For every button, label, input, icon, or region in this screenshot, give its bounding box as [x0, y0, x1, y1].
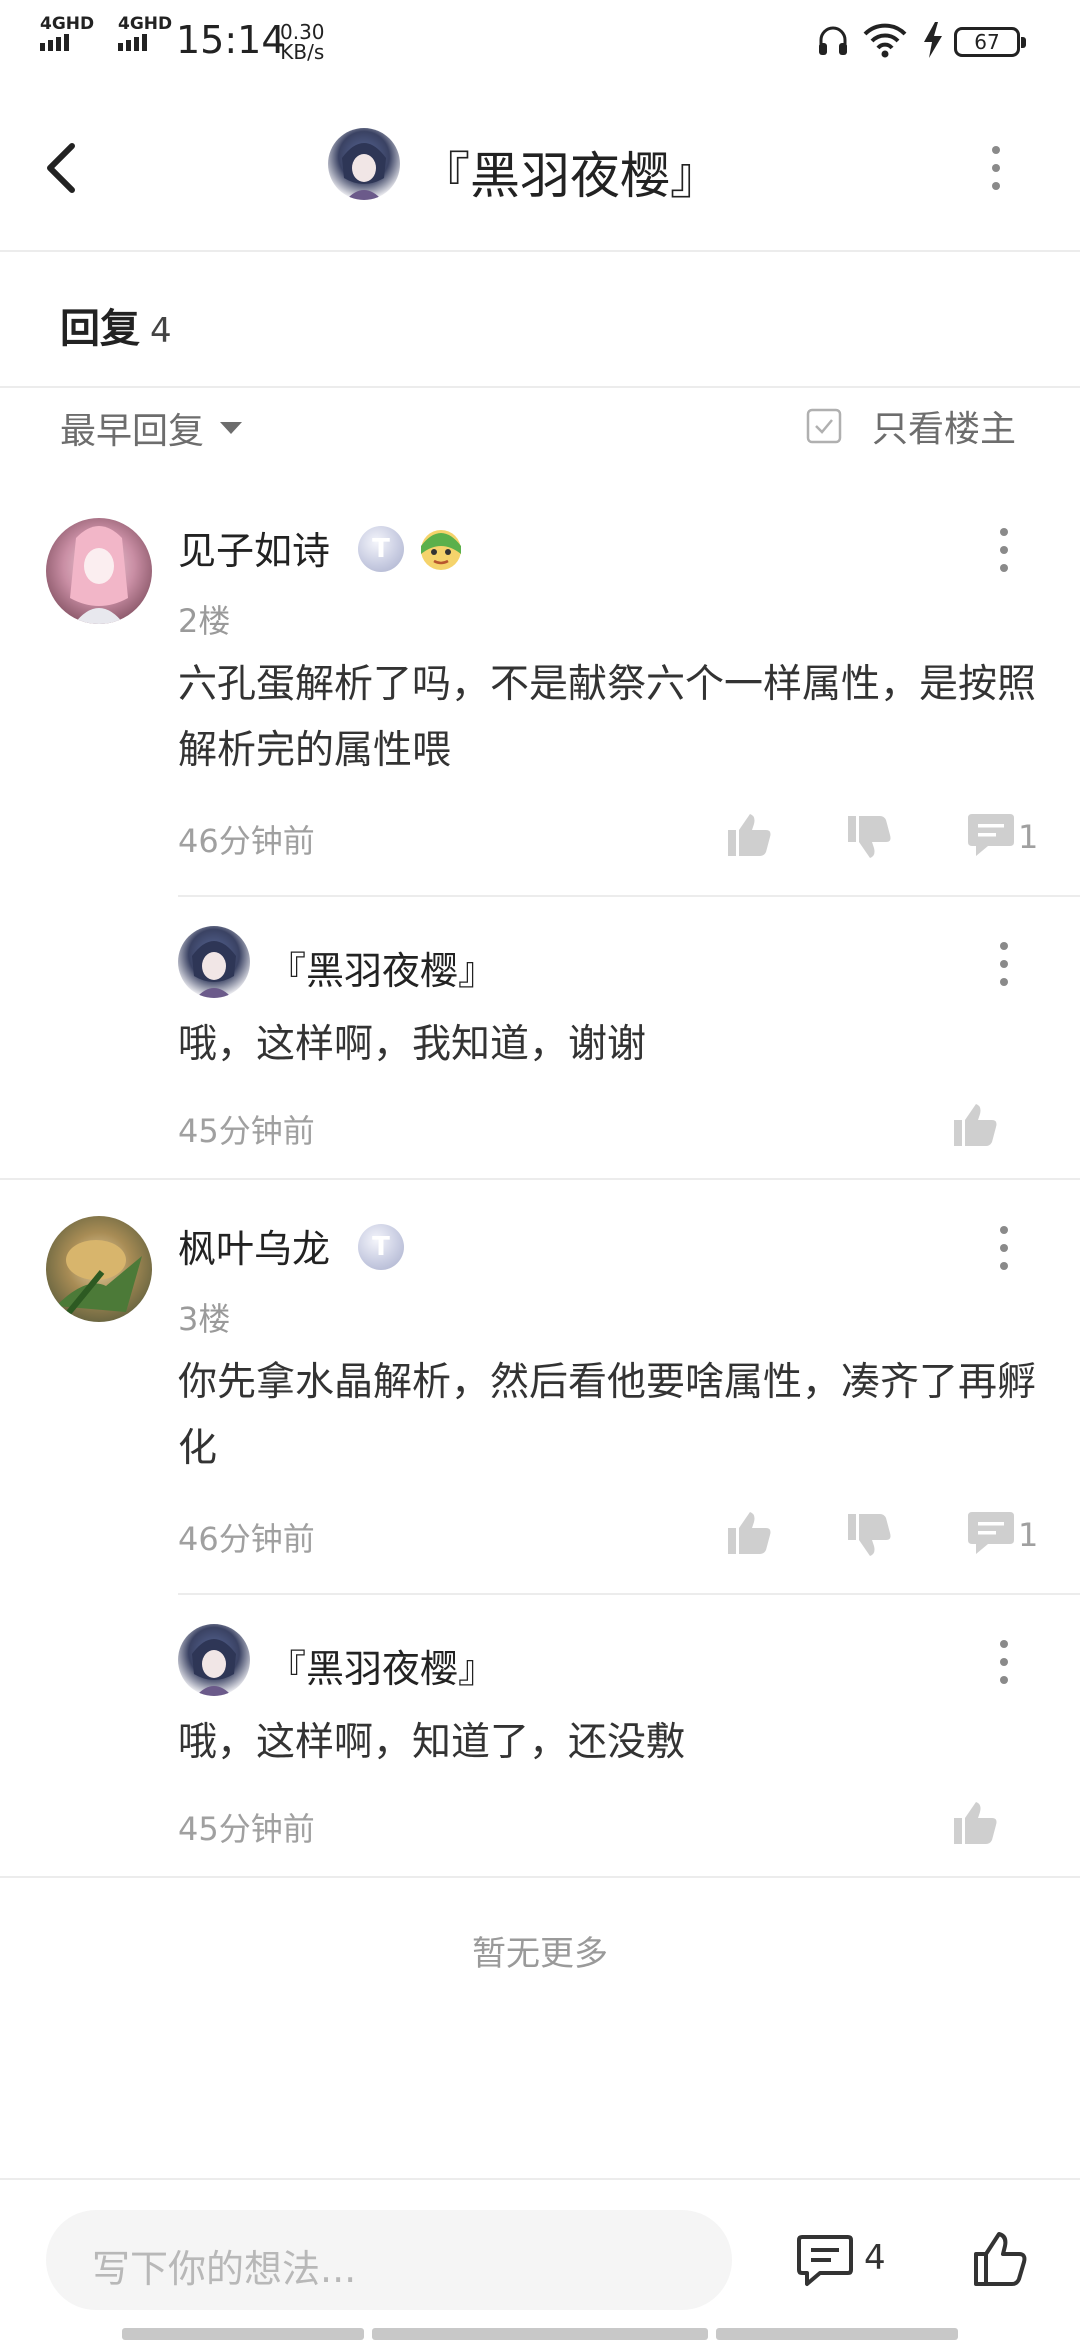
commenter-name[interactable]: 枫叶乌龙 — [178, 1218, 330, 1273]
comment-time: 46分钟前 — [178, 1520, 315, 1558]
signal-2: 4GHD — [118, 14, 172, 51]
network-label-1: 4GHD — [40, 14, 95, 34]
nav-indicator-right — [716, 2328, 958, 2340]
signal-bars-1-icon — [40, 34, 94, 51]
signal-1: 4GHD — [40, 14, 94, 51]
author-avatar[interactable] — [328, 128, 400, 200]
speed-unit: KB/s — [280, 40, 325, 64]
like-icon[interactable] — [724, 1508, 774, 1558]
battery-indicator: 67 — [954, 27, 1026, 57]
status-time: 15:14 — [176, 18, 286, 62]
comment-count[interactable]: 4 — [864, 2238, 886, 2278]
replies-label: 回复 — [60, 306, 140, 352]
network-label-2: 4GHD — [118, 14, 173, 34]
nav-indicator-left — [122, 2328, 364, 2340]
character-badge-icon — [421, 530, 461, 570]
replies-count: 4 — [150, 311, 172, 351]
section-divider — [0, 386, 1080, 388]
no-more-text: 暂无更多 — [472, 1934, 608, 1974]
nav-indicator-center — [372, 2328, 708, 2340]
reply-name[interactable]: 『黑羽夜樱』 — [268, 940, 496, 995]
level-badge-icon: T — [358, 526, 404, 572]
comment-icon[interactable] — [796, 2234, 854, 2288]
commenter-avatar[interactable] — [46, 518, 152, 624]
reply-count[interactable]: 1 — [1018, 818, 1038, 856]
reply-like-icon[interactable] — [950, 1798, 1000, 1848]
more-vertical-icon[interactable] — [992, 146, 1004, 200]
commenter-name[interactable]: 见子如诗 — [178, 520, 330, 575]
reply-time: 45分钟前 — [178, 1810, 315, 1848]
page-title: 『黑羽夜樱』 — [420, 147, 720, 205]
like-icon[interactable] — [724, 810, 774, 860]
comment-divider — [0, 1876, 1080, 1878]
reply-bubble-icon[interactable] — [966, 812, 1016, 858]
dislike-icon[interactable] — [844, 812, 894, 862]
only-op-toggle[interactable]: 只看楼主 — [806, 400, 1016, 452]
sort-dropdown[interactable]: 最早回复 — [60, 402, 244, 454]
level-badge-icon: T — [358, 1224, 404, 1270]
reply-content: 哦，这样啊，知道了，还没敷 — [178, 1720, 686, 1765]
wifi-icon — [863, 23, 907, 58]
reply-more-icon[interactable] — [1000, 942, 1012, 996]
comment-more-icon[interactable] — [1000, 528, 1012, 582]
replies-header: 回复 4 — [60, 296, 172, 354]
dislike-icon[interactable] — [844, 1510, 894, 1560]
commenter-avatar[interactable] — [46, 1216, 152, 1322]
reply-avatar[interactable] — [178, 926, 250, 998]
charging-icon — [924, 22, 942, 58]
comment-time: 46分钟前 — [178, 822, 315, 860]
comment-content: 六孔蛋解析了吗，不是献祭六个一样属性，是按照解析完的属性喂 — [178, 662, 1037, 773]
comment-content: 你先拿水晶解析，然后看他要啥属性，凑齐了再孵化 — [178, 1360, 1037, 1471]
reply-count[interactable]: 1 — [1018, 1516, 1038, 1554]
sub-divider — [178, 895, 1080, 897]
network-speed: 0.30 KB/s — [280, 22, 325, 62]
signal-bars-2-icon — [118, 34, 172, 51]
sub-divider — [178, 1593, 1080, 1595]
checkbox-icon[interactable] — [806, 408, 842, 444]
reply-avatar[interactable] — [178, 1624, 250, 1696]
comment-more-icon[interactable] — [1000, 1226, 1012, 1280]
comment-input-placeholder: 写下你的想法... — [92, 2247, 357, 2291]
only-op-label: 只看楼主 — [872, 409, 1017, 450]
headphones-icon — [819, 26, 847, 55]
comment-input[interactable]: 写下你的想法... — [46, 2210, 732, 2310]
reply-name[interactable]: 『黑羽夜樱』 — [268, 1638, 496, 1693]
back-arrow-icon[interactable] — [40, 140, 80, 196]
footer-divider — [0, 2178, 1080, 2180]
reply-more-icon[interactable] — [1000, 1640, 1012, 1694]
thumbs-up-icon[interactable] — [972, 2230, 1028, 2288]
floor-number: 3楼 — [178, 1300, 231, 1338]
reply-like-icon[interactable] — [950, 1100, 1000, 1150]
reply-time: 45分钟前 — [178, 1112, 315, 1150]
comment-divider — [0, 1178, 1080, 1180]
reply-bubble-icon[interactable] — [966, 1510, 1016, 1556]
status-bar: 4GHD 4GHD 15:14 0.30 KB/s 67 — [0, 0, 1080, 84]
caret-down-icon — [220, 422, 243, 434]
floor-number: 2楼 — [178, 602, 231, 640]
speed-value: 0.30 — [280, 20, 325, 44]
top-app-bar: 『黑羽夜樱』 — [0, 84, 1080, 252]
reply-content: 哦，这样啊，我知道，谢谢 — [178, 1022, 647, 1067]
sort-label: 最早回复 — [60, 411, 205, 452]
